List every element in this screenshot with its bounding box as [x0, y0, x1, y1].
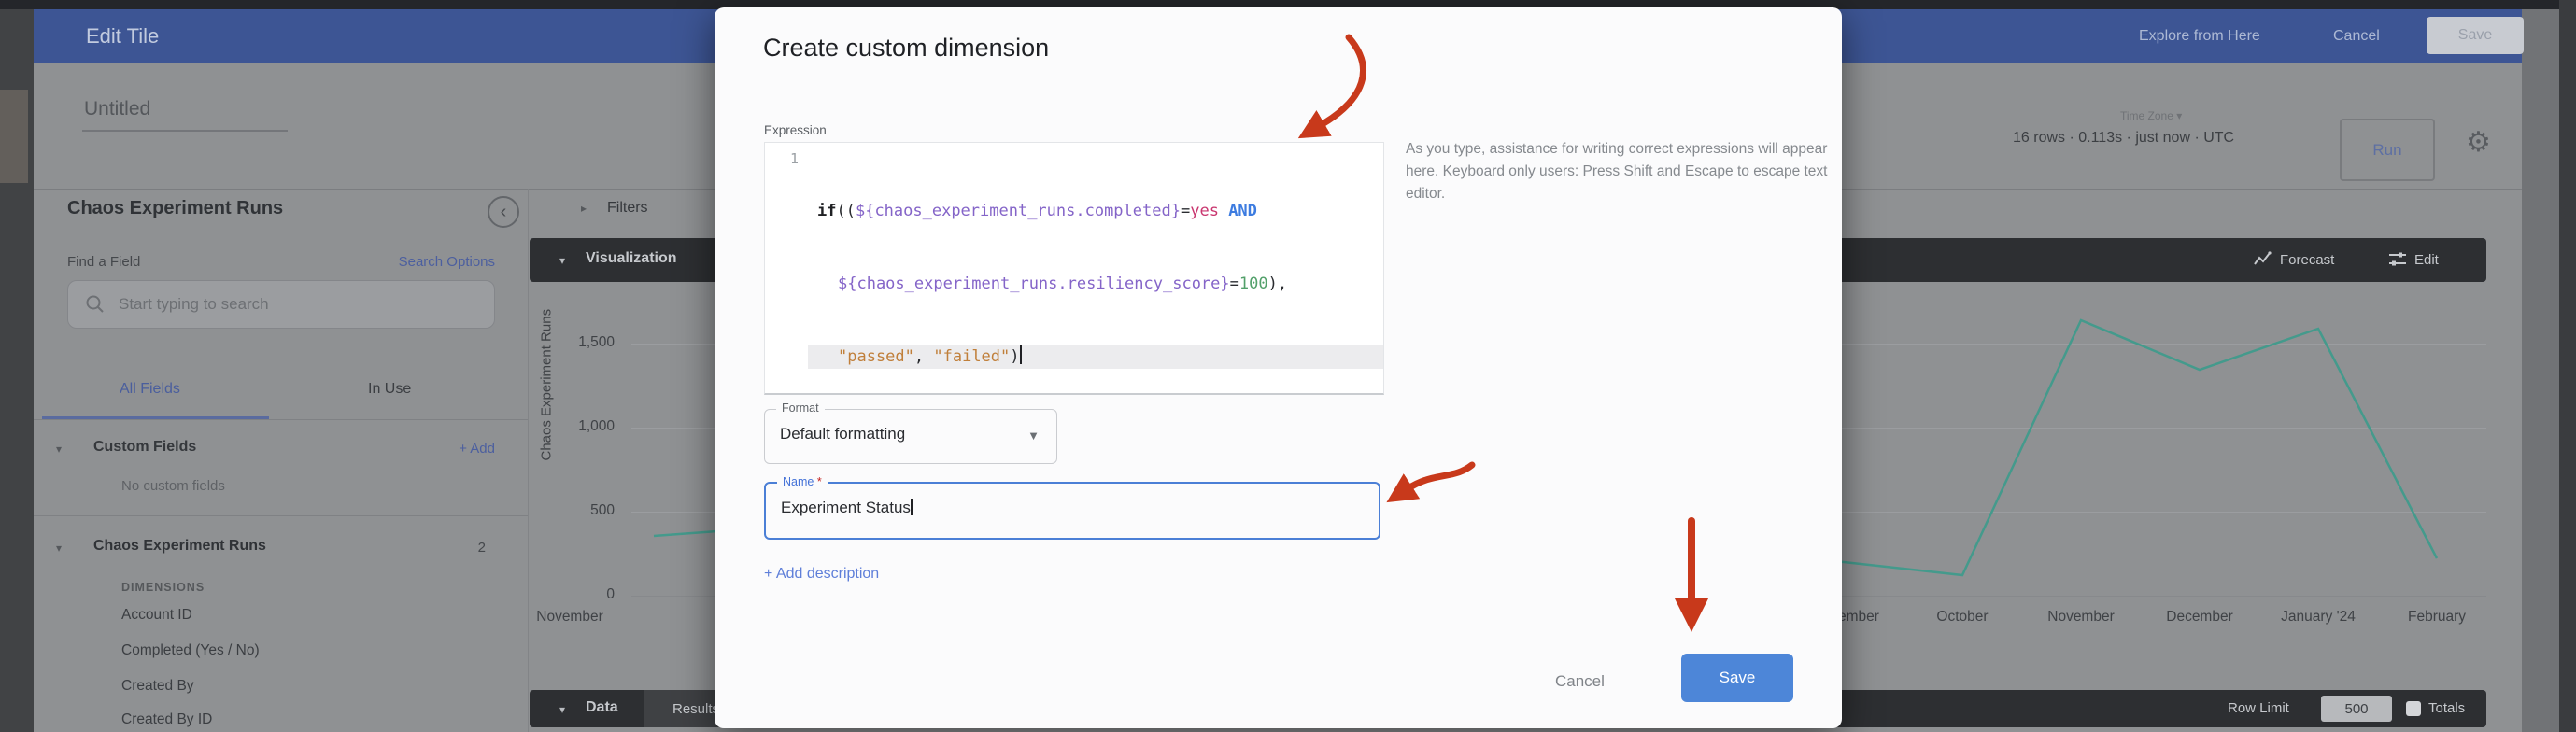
x-label-october: October	[1936, 609, 1988, 626]
caret-down-icon[interactable]: ▾	[559, 703, 565, 716]
totals-checkbox[interactable]	[2406, 701, 2421, 716]
format-select[interactable]: Format Default formatting ▼	[764, 409, 1057, 464]
header-cancel-link[interactable]: Cancel	[2333, 28, 2380, 45]
expression-editor[interactable]: 1 if((${chaos_experiment_runs.completed}…	[764, 142, 1384, 395]
text-cursor	[1020, 345, 1022, 364]
caret-down-icon[interactable]: ▾	[56, 542, 62, 555]
add-custom-field-link[interactable]: + Add	[432, 441, 495, 457]
dialog-title: Create custom dimension	[763, 34, 1049, 63]
tab-all-fields[interactable]: All Fields	[120, 381, 180, 398]
x-label-november: November	[2047, 609, 2115, 626]
format-label: Format	[776, 401, 825, 415]
row-limit-label: Row Limit	[2228, 700, 2289, 716]
chevron-left-icon: ‹	[501, 202, 507, 223]
field-created-by[interactable]: Created By	[121, 678, 194, 695]
name-field[interactable]: Name * Experiment Status	[764, 482, 1380, 540]
custom-fields-section[interactable]: Custom Fields	[93, 439, 196, 456]
required-asterisk: *	[817, 475, 822, 488]
run-button[interactable]: Run	[2340, 119, 2435, 181]
field-search-box[interactable]	[67, 280, 495, 329]
code-line-1: if((${chaos_experiment_runs.completed}=y…	[808, 199, 1383, 223]
field-account-id[interactable]: Account ID	[121, 607, 192, 624]
tile-title-underline	[82, 130, 288, 132]
tab-border	[34, 419, 528, 420]
no-custom-fields-text: No custom fields	[121, 478, 225, 494]
expression-help-text: As you type, assistance for writing corr…	[1406, 138, 1833, 205]
timezone-selector[interactable]: Time Zone ▾	[2120, 109, 2182, 122]
x-label-december: December	[2166, 609, 2233, 626]
sidebar-section-divider	[34, 515, 528, 516]
field-created-by-id[interactable]: Created By ID	[121, 711, 212, 728]
forecast-icon	[2254, 251, 2272, 268]
format-value: Default formatting	[780, 425, 905, 443]
query-stats: 16 rows · 0.113s · just now · UTC	[2013, 130, 2200, 147]
tab-in-use[interactable]: In Use	[368, 381, 411, 398]
caret-right-icon[interactable]: ▸	[581, 202, 587, 215]
y-tick-1500: 1,500	[523, 334, 615, 351]
header-save-button[interactable]: Save	[2427, 17, 2524, 54]
right-dark-strip	[2559, 0, 2576, 732]
caret-down-icon[interactable]: ▾	[56, 443, 62, 456]
row-limit-input[interactable]: 500	[2321, 696, 2392, 722]
name-value: Experiment Status	[781, 499, 913, 517]
line-number: 1	[765, 143, 808, 393]
dialog-save-button[interactable]: Save	[1681, 654, 1793, 702]
view-section[interactable]: Chaos Experiment Runs	[93, 538, 266, 555]
chevron-down-icon: ▾	[2176, 109, 2182, 122]
filters-section-header[interactable]: Filters	[607, 200, 648, 217]
collapse-sidebar-button[interactable]: ‹	[488, 196, 519, 228]
tile-title-input[interactable]: Untitled	[84, 98, 150, 120]
code-line-3: "passed", "failed")	[808, 345, 1383, 369]
x-label-january: January '24	[2281, 609, 2356, 626]
expression-label: Expression	[764, 123, 827, 137]
dropdown-caret-icon: ▼	[1027, 429, 1040, 443]
results-tab-label: Results	[672, 701, 719, 717]
text-cursor	[911, 499, 913, 515]
screenshot-frame: Edit Tile Explore from Here Cancel Save …	[0, 0, 2576, 732]
edit-tile-title: Edit Tile	[86, 24, 159, 49]
y-tick-500: 500	[523, 502, 615, 519]
code-line-2: ${chaos_experiment_runs.resiliency_score…	[808, 272, 1383, 296]
sidebar-divider	[528, 189, 529, 732]
field-completed[interactable]: Completed (Yes / No)	[121, 642, 260, 659]
dialog-cancel-button[interactable]: Cancel	[1555, 672, 1605, 691]
y-tick-0: 0	[523, 586, 615, 603]
x-label-february: February	[2408, 609, 2466, 626]
caret-down-icon[interactable]: ▾	[559, 254, 565, 267]
sidebar-view-title: Chaos Experiment Runs	[67, 198, 283, 219]
fields-in-use-count: 2	[454, 540, 486, 556]
field-search-input[interactable]	[117, 294, 457, 315]
find-a-field-label: Find a Field	[67, 254, 140, 270]
chart-y-axis-title: Chaos Experiment Runs	[539, 433, 555, 461]
gear-icon[interactable]: ⚙	[2466, 126, 2491, 159]
left-strip-patch	[0, 90, 28, 183]
x-label-november-left: November	[536, 609, 603, 626]
y-tick-1000: 1,000	[523, 418, 615, 435]
edit-sliders-icon	[2388, 251, 2407, 268]
data-section-header[interactable]: Data	[586, 699, 618, 716]
right-gutter	[2522, 9, 2559, 732]
dimensions-group-label: DIMENSIONS	[121, 581, 205, 594]
visualization-section-header[interactable]: Visualization	[586, 250, 677, 267]
totals-label: Totals	[2428, 700, 2465, 716]
add-description-link[interactable]: + Add description	[764, 566, 879, 583]
expression-code[interactable]: if((${chaos_experiment_runs.completed}=y…	[808, 143, 1383, 393]
edit-viz-button[interactable]: Edit	[2414, 252, 2439, 268]
name-label: Name *	[777, 475, 828, 488]
search-options-link[interactable]: Search Options	[344, 254, 495, 270]
explore-from-here-link[interactable]: Explore from Here	[2139, 28, 2260, 45]
forecast-button[interactable]: Forecast	[2280, 252, 2334, 268]
create-custom-dimension-dialog: Create custom dimension Expression 1 if(…	[715, 7, 1842, 728]
search-icon	[85, 294, 106, 315]
